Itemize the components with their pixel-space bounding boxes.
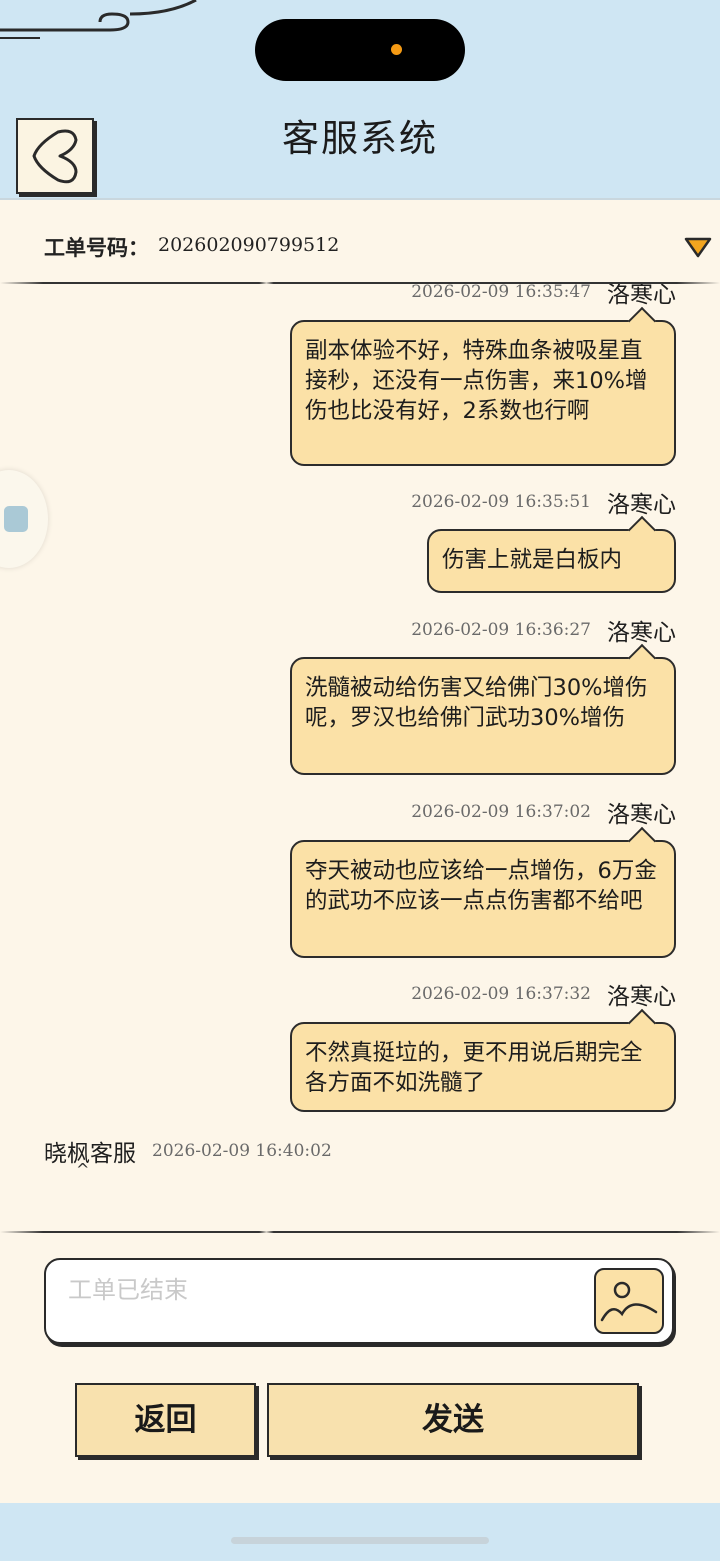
message-meta: 2026-02-09 16:36:27 洛寒心 — [411, 614, 676, 646]
back-button[interactable]: 返回 — [75, 1383, 256, 1457]
triangle-down-icon[interactable] — [684, 236, 712, 258]
message-bubble: 洗髓被动给伤害又给佛门30%增伤呢，罗汉也给佛门武功30%增伤 — [290, 657, 676, 775]
message-meta: 2026-02-09 16:37:02 洛寒心 — [411, 796, 676, 828]
message-timestamp: 2026-02-09 16:35:47 — [411, 284, 591, 302]
cloud-decoration — [0, 0, 197, 39]
message-timestamp: 2026-02-09 16:37:32 — [411, 984, 591, 1004]
message-timestamp: 2026-02-09 16:36:27 — [411, 620, 591, 640]
message-meta: 2026-02-09 16:35:47 洛寒心 — [411, 284, 676, 308]
message-bubble: 不然真挺垃的，更不用说后期完全各方面不如洗髓了 — [290, 1022, 676, 1112]
home-indicator[interactable] — [231, 1537, 489, 1544]
send-button[interactable]: 发送 — [267, 1383, 639, 1457]
message-timestamp: 2026-02-09 16:37:02 — [411, 802, 591, 822]
dynamic-island — [255, 19, 465, 81]
message-bubble: 伤害上就是白板内 — [427, 529, 676, 593]
image-upload-button[interactable] — [594, 1268, 664, 1334]
ticket-number-label: 工单号码： — [44, 236, 149, 260]
support-reply-timestamp: 2026-02-09 16:40:02 — [152, 1141, 332, 1161]
message-sender: 洛寒心 — [607, 984, 676, 1010]
bottom-bar — [0, 1503, 720, 1561]
ticket-info-row: 工单号码： 202602090799512 — [0, 200, 720, 282]
support-agent-name: 晓枫客服 — [44, 1141, 136, 1167]
message-meta: 2026-02-09 16:37:32 洛寒心 — [411, 978, 676, 1010]
message-bubble: 副本体验不好，特殊血条被吸星直接秒，还没有一点伤害，来10%增伤也比没有好，2系… — [290, 320, 676, 466]
message-timestamp: 2026-02-09 16:35:51 — [411, 492, 591, 512]
message-sender: 洛寒心 — [607, 492, 676, 518]
message-bubble: 夺天被动也应该给一点增伤，6万金的武功不应该一点点伤害都不给吧 — [290, 840, 676, 958]
image-upload-icon — [600, 1281, 658, 1322]
message-sender: 洛寒心 — [607, 620, 676, 646]
message-sender: 洛寒心 — [607, 802, 676, 828]
reply-caret: ^ — [76, 1160, 90, 1179]
input-placeholder: 工单已结束 — [68, 1276, 188, 1304]
chat-log[interactable]: 2026-02-09 16:35:47 洛寒心 副本体验不好，特殊血条被吸星直接… — [0, 284, 720, 1230]
input-divider — [0, 1231, 720, 1233]
message-meta: 2026-02-09 16:35:51 洛寒心 — [411, 486, 676, 518]
page-title: 客服系统 — [282, 117, 438, 160]
message-input[interactable]: 工单已结束 — [44, 1258, 674, 1344]
camera-indicator-dot — [391, 44, 402, 55]
message-sender: 洛寒心 — [607, 284, 676, 308]
ticket-number-value: 202602090799512 — [158, 234, 340, 256]
header-bar: 客服系统 — [0, 0, 720, 200]
assist-icon — [4, 506, 28, 532]
